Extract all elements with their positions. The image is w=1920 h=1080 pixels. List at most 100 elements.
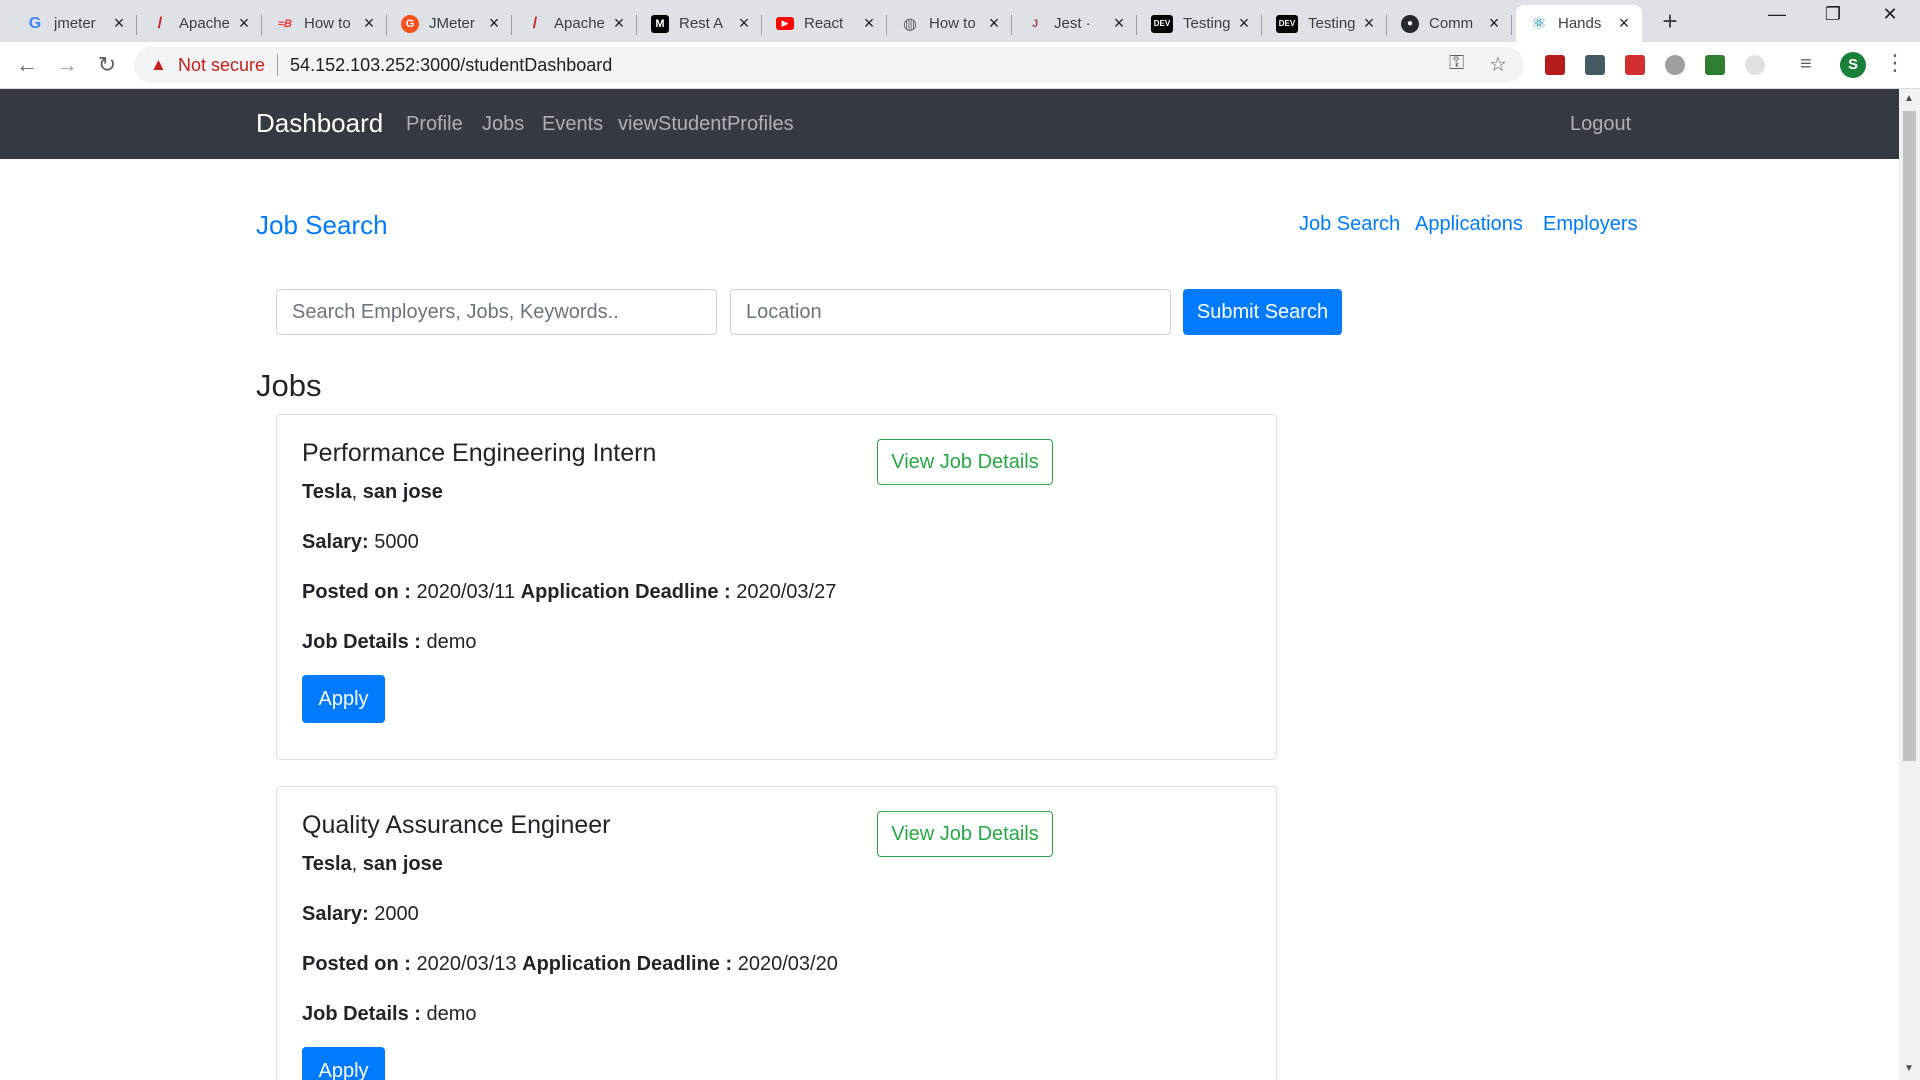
tab-title: Apache (554, 15, 605, 32)
browser-tab-active[interactable]: ⚛ Hands × (1516, 5, 1642, 42)
youtube-icon: ▶ (776, 17, 794, 30)
window-close-icon[interactable]: ✕ (1870, 4, 1910, 25)
subnav-applications[interactable]: Applications (1415, 213, 1523, 236)
browser-tab[interactable]: / Apache × (512, 5, 637, 42)
pdf-extension-icon[interactable] (1545, 55, 1565, 75)
job-salary: Salary: 5000 (302, 531, 419, 553)
nav-link-jobs[interactable]: Jobs (482, 113, 524, 136)
job-title: Performance Engineering Intern (302, 439, 657, 467)
scroll-up-arrow-icon[interactable]: ▲ (1904, 93, 1914, 104)
subnav-job-search[interactable]: Job Search (1299, 213, 1400, 236)
red-extension-icon[interactable] (1625, 55, 1645, 75)
tab-title: jmeter (54, 15, 96, 32)
star-icon[interactable]: ☆ (1489, 52, 1507, 77)
apply-button[interactable]: Apply (302, 675, 385, 723)
browser-tab[interactable]: ▶ React × (762, 5, 887, 42)
browser-tab-strip: G jmeter × / Apache × ≈B How to × G JMet… (0, 0, 1920, 42)
tab-title: Comm (1429, 15, 1474, 32)
close-icon[interactable]: × (611, 13, 627, 34)
navbar-brand[interactable]: Dashboard (256, 108, 383, 139)
media-control-icon[interactable]: ≡ (1800, 53, 1812, 76)
address-bar[interactable]: ▲ Not secure 54.152.103.252:3000/student… (134, 47, 1524, 83)
job-company: Tesla (302, 481, 352, 503)
tab-title: Apache (179, 15, 230, 32)
guru99-icon: ≈B (278, 17, 292, 30)
close-icon[interactable]: × (736, 13, 752, 34)
browser-tab[interactable]: DEV Testing × (1137, 5, 1262, 42)
tree-extension-icon[interactable] (1705, 55, 1725, 75)
page-viewport: Dashboard Profile Jobs Events viewStuden… (0, 89, 1899, 1080)
back-arrow-icon[interactable]: ← (13, 51, 41, 79)
tab-title: Rest A (679, 15, 724, 32)
security-label[interactable]: Not secure (178, 55, 265, 76)
page-scrollbar[interactable]: ▲ ▼ (1899, 89, 1920, 1080)
nav-link-events[interactable]: Events (542, 113, 603, 136)
warning-triangle-icon: ▲ (150, 55, 167, 74)
close-icon[interactable]: × (1361, 13, 1377, 34)
view-job-details-button[interactable]: View Job Details (877, 811, 1053, 857)
close-icon[interactable]: × (861, 13, 877, 34)
new-tab-icon[interactable]: + (1655, 6, 1685, 37)
forward-arrow-icon[interactable]: → (53, 51, 81, 79)
close-icon[interactable]: × (236, 13, 252, 34)
job-company-location: Tesla, san jose (302, 853, 443, 875)
globe-icon: ◍ (903, 15, 917, 33)
close-icon[interactable]: × (1616, 13, 1632, 34)
circle-extension-icon[interactable] (1745, 55, 1765, 75)
logout-link[interactable]: Logout (1570, 113, 1631, 136)
browser-tab[interactable]: DEV Testing × (1262, 5, 1387, 42)
url-text[interactable]: 54.152.103.252:3000/studentDashboard (290, 55, 612, 76)
tab-title: Testing (1183, 15, 1231, 32)
tab-title: React (804, 15, 844, 32)
location-input[interactable]: Location (730, 289, 1171, 335)
list-extension-icon[interactable] (1585, 55, 1605, 75)
job-details: Job Details : demo (302, 631, 477, 653)
job-company: Tesla (302, 853, 352, 875)
browser-tab[interactable]: / Apache × (137, 5, 262, 42)
tab-title: Testing (1308, 15, 1356, 32)
close-icon[interactable]: × (1486, 13, 1502, 34)
close-icon[interactable]: × (361, 13, 377, 34)
browser-tab[interactable]: M Rest A × (637, 5, 762, 42)
key-icon[interactable]: ⚿ (1449, 52, 1464, 75)
apply-button[interactable]: Apply (302, 1047, 385, 1080)
close-icon[interactable]: × (486, 13, 502, 34)
minimize-icon[interactable]: — (1757, 4, 1797, 25)
close-icon[interactable]: × (1111, 13, 1127, 34)
bug-extension-icon[interactable] (1665, 55, 1685, 75)
job-salary: Salary: 2000 (302, 903, 419, 925)
github-icon: ● (1401, 14, 1419, 33)
job-details: Job Details : demo (302, 1003, 477, 1025)
menu-kebab-icon[interactable]: ⋮ (1884, 50, 1906, 76)
job-card: Performance Engineering Intern View Job … (276, 414, 1277, 760)
browser-tab[interactable]: ≈B How to × (262, 5, 387, 42)
dev-icon: DEV (1151, 14, 1173, 33)
maximize-icon[interactable]: ❐ (1813, 4, 1853, 25)
browser-tab[interactable]: ◍ How to × (887, 5, 1012, 42)
job-company-location: Tesla, san jose (302, 481, 443, 503)
tab-title: JMeter (429, 15, 475, 32)
subnav-employers[interactable]: Employers (1543, 213, 1637, 236)
close-icon[interactable]: × (111, 13, 127, 34)
react-icon: ⚛ (1531, 13, 1547, 33)
top-navbar: Dashboard Profile Jobs Events viewStuden… (0, 89, 1899, 159)
nav-link-view-student-profiles[interactable]: viewStudentProfiles (618, 113, 794, 136)
browser-tab[interactable]: G JMeter × (387, 5, 512, 42)
browser-tab[interactable]: ● Comm × (1387, 5, 1512, 42)
jobs-heading: Jobs (256, 368, 322, 403)
close-icon[interactable]: × (986, 13, 1002, 34)
nav-link-profile[interactable]: Profile (406, 113, 463, 136)
reload-icon[interactable]: ↻ (93, 51, 121, 79)
browser-tab[interactable]: J Jest · × (1012, 5, 1137, 42)
browser-tab[interactable]: G jmeter × (12, 5, 137, 42)
profile-avatar[interactable]: S (1840, 52, 1866, 78)
scroll-down-arrow-icon[interactable]: ▼ (1904, 1063, 1914, 1074)
tab-title: Hands (1558, 15, 1602, 32)
keyword-search-input[interactable]: Search Employers, Jobs, Keywords.. (276, 289, 717, 335)
close-icon[interactable]: × (1236, 13, 1252, 34)
view-job-details-button[interactable]: View Job Details (877, 439, 1053, 485)
scrollbar-thumb[interactable] (1903, 111, 1916, 761)
dev-icon: DEV (1276, 14, 1298, 33)
submit-search-button[interactable]: Submit Search (1183, 289, 1342, 335)
page-title[interactable]: Job Search (256, 210, 388, 241)
